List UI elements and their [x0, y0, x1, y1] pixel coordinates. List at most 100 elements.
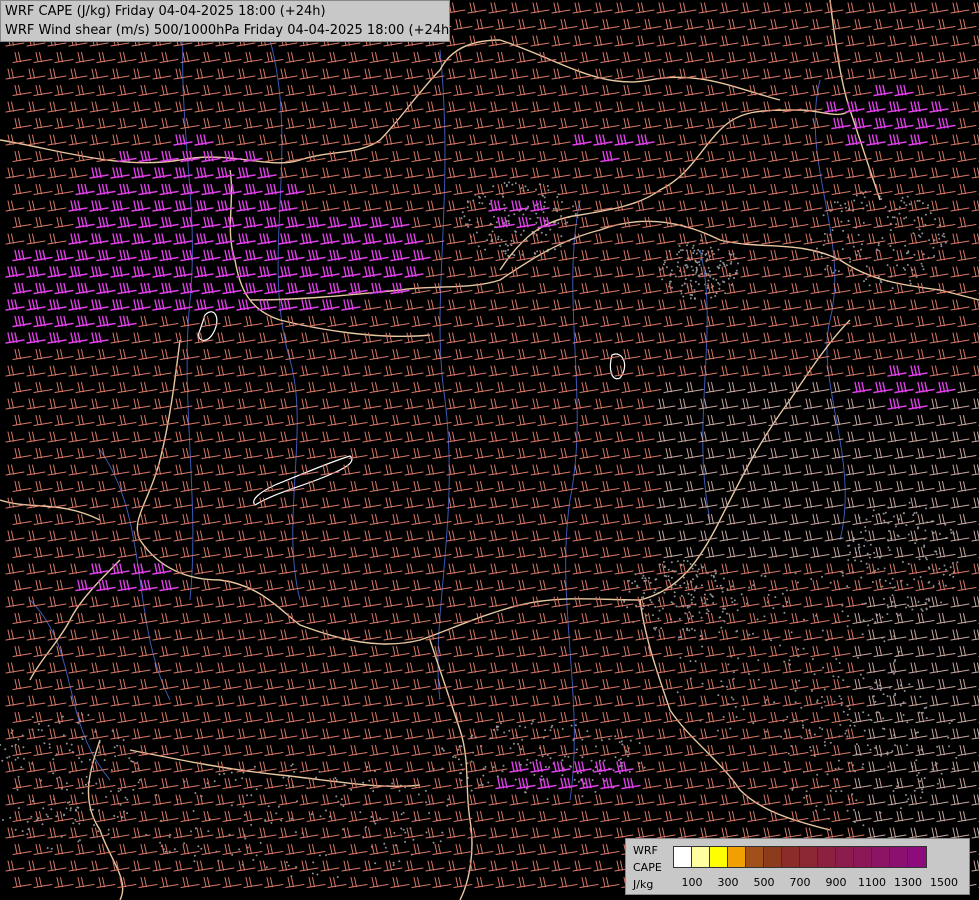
stipple-dot	[21, 830, 24, 833]
stipple-dot	[508, 222, 510, 225]
stipple-dot	[665, 575, 668, 578]
stipple-dot	[877, 244, 880, 247]
stipple-dot	[522, 229, 525, 232]
stipple-dot	[81, 738, 84, 741]
stipple-dot	[550, 726, 553, 729]
stipple-dot	[66, 788, 68, 791]
stipple-dot	[732, 698, 735, 701]
stipple-dot	[55, 815, 58, 818]
stipple-dot	[862, 619, 865, 622]
stipple-dot	[935, 550, 938, 553]
stipple-dot	[809, 746, 812, 749]
stipple-dot	[561, 774, 564, 777]
stipple-dot	[894, 692, 897, 695]
legend-tick-label: 300	[717, 876, 739, 889]
stipple-dot	[65, 807, 68, 810]
stipple-dot	[847, 559, 850, 561]
stipple-dot	[688, 611, 691, 614]
stipple-dot	[921, 609, 924, 612]
stipple-dot	[928, 239, 931, 242]
stipple-dot	[942, 573, 945, 576]
stipple-dot	[46, 847, 49, 849]
stipple-dot	[504, 243, 507, 246]
stipple-dot	[829, 581, 832, 584]
stipple-dot	[285, 784, 288, 787]
stipple-dot	[683, 559, 685, 562]
stipple-dot	[488, 202, 491, 205]
stipple-dot	[294, 831, 297, 834]
stipple-dot	[868, 556, 871, 559]
stipple-dot	[863, 280, 865, 283]
stipple-dot	[168, 836, 171, 838]
stipple-dot	[919, 695, 922, 698]
stipple-dot	[113, 746, 116, 749]
stipple-dot	[857, 656, 859, 659]
stipple-dot	[566, 221, 569, 224]
stipple-dot	[908, 683, 911, 686]
stipple-dot	[576, 748, 578, 751]
stipple-dot	[903, 690, 906, 692]
stipple-dot	[677, 261, 680, 264]
stipple-dot	[503, 731, 506, 734]
stipple-dot	[720, 680, 723, 683]
stipple-dot	[264, 819, 267, 822]
stipple-dot	[916, 774, 919, 777]
stipple-dot	[629, 739, 632, 742]
stipple-dot	[942, 232, 945, 235]
stipple-dot	[502, 195, 505, 198]
stipple-dot	[74, 818, 77, 821]
stipple-dot	[676, 253, 679, 256]
stipple-dot	[940, 245, 943, 248]
stipple-dot	[543, 196, 546, 199]
stipple-dot	[694, 564, 697, 567]
stipple-dot	[362, 781, 365, 784]
legend-swatch	[836, 847, 854, 867]
stipple-dot	[663, 565, 666, 568]
stipple-dot	[748, 633, 751, 636]
stipple-dot	[802, 647, 805, 650]
stipple-dot	[319, 815, 322, 818]
stipple-dot	[839, 204, 842, 207]
stipple-dot	[398, 789, 401, 792]
stipple-dot	[929, 212, 932, 215]
legend-tick-label: 1100	[858, 876, 886, 889]
stipple-dot	[893, 216, 896, 219]
stipple-dot	[794, 689, 797, 692]
stipple-dot	[770, 639, 773, 642]
stipple-dot	[681, 249, 684, 252]
stipple-dot	[690, 598, 693, 601]
stipple-dot	[874, 700, 877, 703]
stipple-dot	[697, 249, 700, 251]
stipple-dot	[871, 515, 874, 517]
stipple-dot	[734, 705, 737, 708]
stipple-dot	[586, 730, 589, 733]
stipple-dot	[694, 280, 697, 283]
stipple-dot	[454, 756, 457, 759]
stipple-dot	[898, 614, 900, 617]
stipple-dot	[676, 265, 679, 268]
stipple-dot	[680, 292, 683, 295]
stipple-dot	[669, 280, 671, 283]
stipple-dot	[581, 756, 584, 759]
stipple-dot	[1, 759, 4, 762]
stipple-dot	[514, 230, 517, 233]
stipple-dot	[507, 220, 510, 222]
stipple-dot	[810, 689, 813, 692]
stipple-dot	[823, 741, 826, 743]
stipple-dot	[868, 284, 871, 287]
stipple-dot	[860, 531, 862, 534]
stipple-dot	[925, 717, 928, 720]
stipple-dot	[340, 798, 343, 801]
stipple-dot	[860, 201, 863, 204]
stipple-dot	[194, 792, 197, 794]
stipple-dot	[764, 575, 767, 578]
stipple-dot	[48, 743, 51, 746]
stipple-dot	[540, 231, 543, 234]
stipple-dot	[614, 756, 617, 759]
stipple-dot	[701, 249, 704, 252]
stipple-dot	[726, 685, 728, 688]
stipple-dot	[23, 757, 25, 760]
stipple-dot	[862, 221, 865, 224]
stipple-dot	[938, 567, 941, 570]
stipple-dot	[864, 538, 867, 541]
